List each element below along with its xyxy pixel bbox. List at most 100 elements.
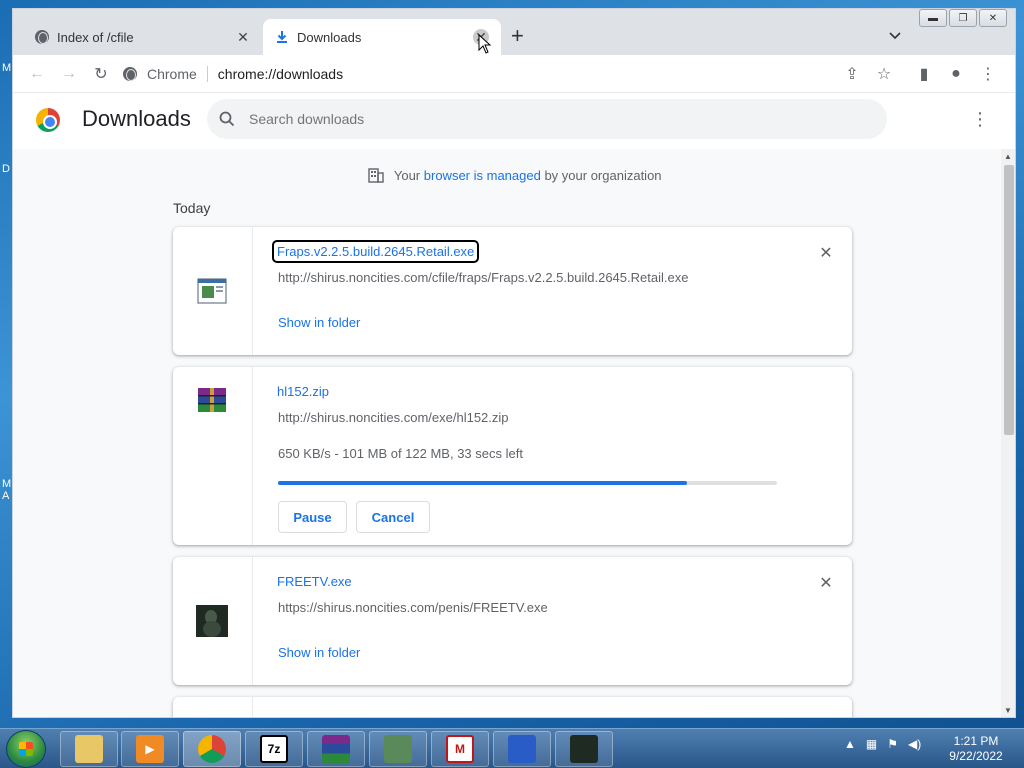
winrar-archive-icon [198,388,226,412]
freetv-thumbnail-icon [196,605,228,637]
file-name-link[interactable]: Fraps.v2.2.5.build.2645.Retail.exe [271,240,480,263]
building-icon [368,168,385,183]
downloads-header: Downloads ⋮ [13,93,1015,149]
maximize-button[interactable]: ❐ [949,9,977,27]
freetv-app-icon [570,735,598,763]
system-tray: ▲ ▦ ⚑ ◀) [844,737,921,751]
tab-title: Downloads [297,29,362,45]
m-app-icon: M [446,735,474,763]
download-progress-bar [278,481,777,485]
cancel-button[interactable]: Cancel [356,501,430,533]
tab-title: Index of /cfile [57,29,134,45]
mouse-cursor-icon [478,34,492,54]
taskbar-chrome[interactable] [183,731,241,767]
media-player-icon: ▶ [136,735,164,763]
file-name-link[interactable]: hl152.zip [277,384,329,399]
omnibox-divider [206,66,208,82]
back-button[interactable]: ← [27,64,47,84]
taskbar-monitor-app[interactable] [369,731,427,767]
download-icon [277,31,287,43]
reload-button[interactable]: ↻ [91,64,111,84]
file-icon-column [173,557,253,685]
managed-notice: Your browser is managed by your organiza… [13,167,1015,183]
file-icon-column [173,367,253,545]
chrome-menu-icon[interactable]: ⋮ [977,63,999,85]
forward-button[interactable]: → [59,64,79,84]
browser-window: Index of /cfile ✕ Downloads ✕ + ▬ ❐ ✕ ← … [12,8,1016,718]
clock-time: 1:21 PM [953,734,999,748]
file-name-link[interactable]: FREETV.exe [277,574,352,589]
taskbar-media-player[interactable]: ▶ [121,731,179,767]
taskbar: ▶ 7z M ▲ ▦ ⚑ ◀) 1:21 PM 9/22/2022 [0,728,1024,768]
scroll-up-arrow-icon[interactable]: ▲ [1004,152,1012,161]
monitor-app-icon [384,735,412,763]
desktop-icon-label: M [2,478,12,490]
side-panel-icon[interactable]: ▮ [913,63,935,85]
clock-date: 9/22/2022 [949,749,1003,763]
share-icon[interactable]: ⇪ [841,63,863,85]
tab-search-chevron-icon[interactable] [887,27,903,43]
show-in-folder-link[interactable]: Show in folder [278,315,360,330]
close-tab-icon[interactable]: ✕ [235,29,251,45]
volume-icon[interactable]: ◀) [908,737,921,751]
file-icon-column [173,697,253,717]
tab-index-of-cfile[interactable]: Index of /cfile ✕ [23,19,263,55]
desktop-icon-label: A [2,490,10,502]
search-input[interactable] [249,111,809,127]
search-downloads-box[interactable] [207,99,887,139]
system-clock[interactable]: 1:21 PM 9/22/2022 [944,734,1008,764]
taskbar-freetv[interactable] [555,731,613,767]
section-label-today: Today [173,200,211,216]
new-tab-button[interactable]: + [511,25,524,47]
progress-fill [278,481,688,485]
desktop-icon-label: D [2,163,10,175]
site-label: Chrome [147,66,197,82]
taskbar-winrar[interactable] [307,731,365,767]
minimize-button[interactable]: ▬ [919,9,947,27]
action-center-flag-icon[interactable]: ⚑ [887,737,898,751]
bookmark-star-icon[interactable]: ☆ [873,63,895,85]
file-url[interactable]: http://shirus.noncities.com/exe/hl152.zi… [278,410,509,425]
window-controls: ▬ ❐ ✕ [919,9,1007,27]
downloads-menu-icon[interactable]: ⋮ [971,109,989,130]
file-url[interactable]: https://shirus.noncities.com/penis/FREET… [278,600,548,615]
page-scrollbar[interactable]: ▲ ▼ [1001,149,1015,717]
taskbar-m-app[interactable]: M [431,731,489,767]
show-hidden-icons-icon[interactable]: ▲ [844,737,856,751]
download-item: FREETV.exe https://shirus.noncities.com/… [173,557,852,685]
remove-from-list-icon[interactable]: ✕ [818,575,834,592]
managed-link[interactable]: browser is managed [424,168,541,183]
file-url[interactable]: http://shirus.noncities.com/cfile/fraps/… [278,270,688,285]
7zip-icon: 7z [260,735,288,763]
scroll-down-arrow-icon[interactable]: ▼ [1004,706,1012,715]
taskbar-blue-app[interactable] [493,731,551,767]
pause-button[interactable]: Pause [278,501,347,533]
show-in-folder-link[interactable]: Show in folder [278,645,360,660]
close-window-button[interactable]: ✕ [979,9,1007,27]
download-item: Fraps.v2.2.5.build.2645.Retail.exe http:… [173,227,852,355]
tab-downloads[interactable]: Downloads ✕ [263,19,501,55]
file-icon-column [173,227,253,355]
download-status: 650 KB/s - 101 MB of 122 MB, 33 secs lef… [278,446,523,461]
address-bar[interactable]: Chrome chrome://downloads [123,59,858,89]
network-icon[interactable]: ▦ [866,737,877,751]
search-icon [219,111,235,127]
desktop-icon-label: M [2,62,12,74]
start-button[interactable] [6,730,46,768]
taskbar-7zip[interactable]: 7z [245,731,303,767]
globe-icon [35,30,49,44]
profile-avatar-icon[interactable]: ● [945,63,967,85]
chrome-logo-icon [36,108,60,132]
page-title: Downloads [82,106,191,131]
exe-window-icon [197,278,227,304]
scroll-thumb[interactable] [1004,165,1014,435]
downloads-page: Downloads ⋮ Your browser is managed by y… [13,93,1015,717]
explorer-icon [75,735,103,763]
taskbar-explorer[interactable] [60,731,118,767]
chrome-icon [198,735,226,763]
winrar-icon [322,735,350,763]
url-text: chrome://downloads [217,66,344,82]
managed-prefix: Your [393,168,421,183]
tab-strip: Index of /cfile ✕ Downloads ✕ + ▬ ❐ ✕ [13,9,1015,55]
remove-from-list-icon[interactable]: ✕ [818,245,834,262]
